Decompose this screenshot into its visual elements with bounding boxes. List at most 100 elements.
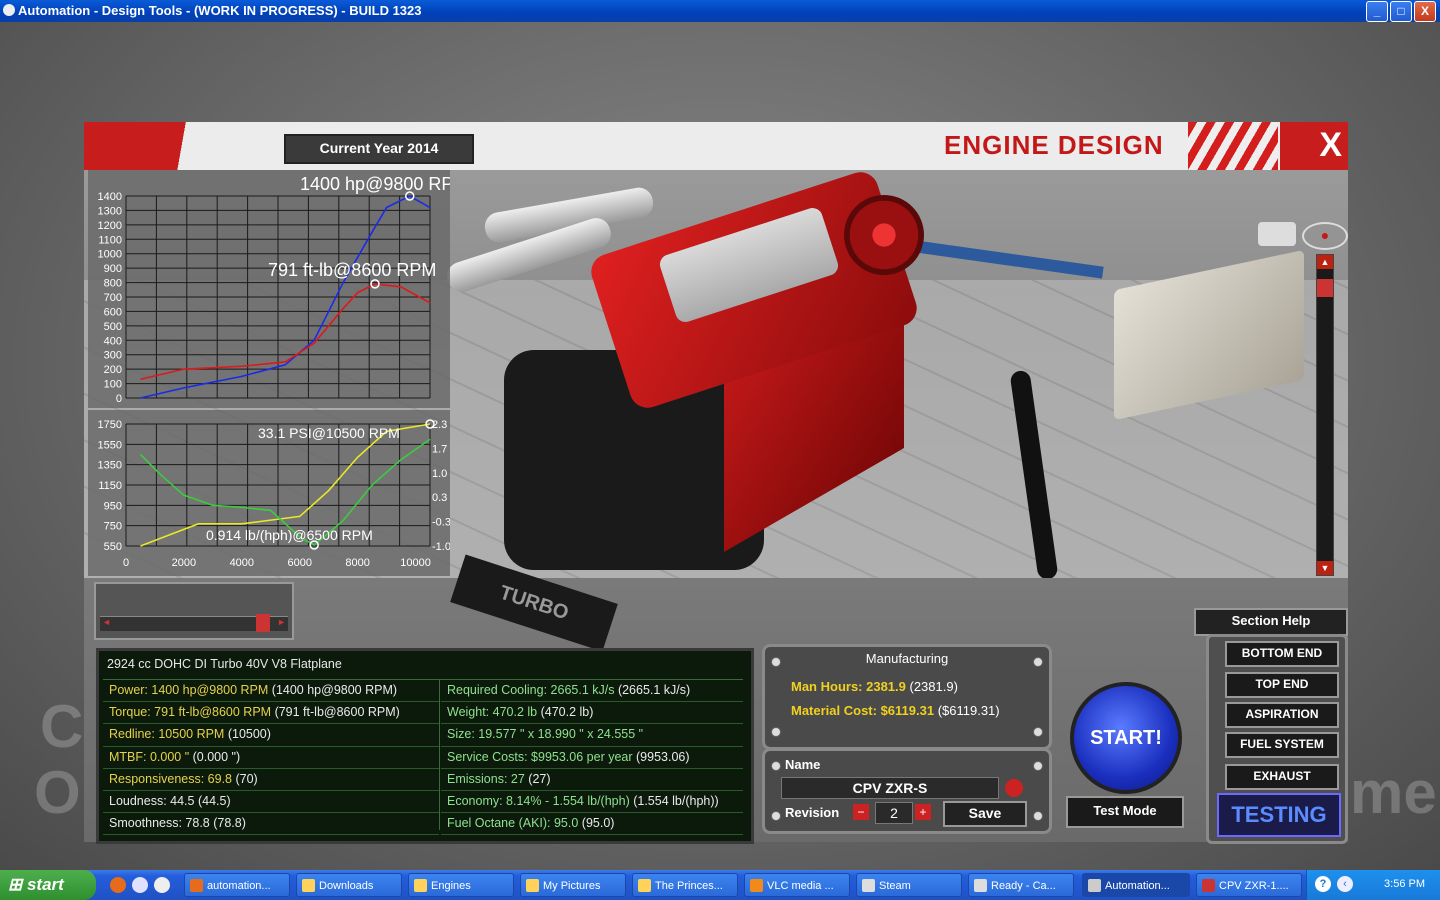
- task-button[interactable]: Automation...: [1082, 873, 1190, 897]
- vlc-icon: [750, 879, 763, 892]
- stats-grid: Power: 1400 hp@9800 RPM (1400 hp@9800 RP…: [103, 679, 743, 836]
- y-tick-label: 900: [104, 263, 122, 275]
- stat-value: Loudness: 44.5: [109, 793, 195, 808]
- y-tick-label: 1200: [98, 220, 122, 232]
- stat-fuel-octane: Fuel Octane (AKI): 95.0 (95.0): [441, 813, 743, 836]
- camera-icon[interactable]: [1258, 222, 1296, 246]
- engine-name-input[interactable]: CPV ZXR-S: [781, 777, 999, 799]
- stat-target: (470.2 lb): [537, 705, 594, 720]
- task-label: My Pictures: [543, 880, 601, 892]
- section-fuel-system[interactable]: FUEL SYSTEM: [1225, 732, 1339, 758]
- stat-power: Power: 1400 hp@9800 RPM (1400 hp@9800 RP…: [103, 680, 439, 703]
- window-close-button[interactable]: X: [1414, 1, 1436, 22]
- stat-value: Size: 19.577 " x 18.990 " x 24.555 ": [447, 727, 644, 742]
- show-hidden-icon[interactable]: ‹: [1337, 876, 1353, 892]
- y-tick-label: 600: [104, 306, 122, 318]
- eye-icon[interactable]: ●: [1302, 222, 1348, 250]
- background-letter: C: [40, 693, 84, 760]
- task-button[interactable]: Downloads: [296, 873, 402, 897]
- game-area: C O me Current Year 2014 ENGINE DESIGN X…: [0, 22, 1440, 870]
- panel-header: Current Year 2014 ENGINE DESIGN X: [84, 122, 1348, 170]
- close-panel-button[interactable]: X: [1319, 126, 1342, 165]
- task-button[interactable]: VLC media ...: [744, 873, 850, 897]
- stat-torque: Torque: 791 ft-lb@8600 RPM (791 ft-lb@86…: [103, 702, 439, 725]
- slider-right-icon[interactable]: ►: [277, 617, 286, 627]
- performance-charts: 1400 1300 1200 1100 1000 900 800 700 600 500 400 30…: [88, 170, 450, 576]
- steam-icon: [862, 879, 875, 892]
- stat-mtbf: MTBF: 0.000 " (0.000 "): [103, 747, 439, 769]
- random-name-icon[interactable]: [1005, 779, 1023, 797]
- help-icon[interactable]: ?: [1315, 876, 1331, 892]
- task-button[interactable]: The Princes...: [632, 873, 738, 897]
- task-button[interactable]: automation...: [184, 873, 290, 897]
- pictures-icon: [526, 879, 539, 892]
- window-titlebar[interactable]: Automation - Design Tools - (WORK IN PRO…: [0, 0, 1440, 22]
- stat-value: Smoothness: 78.8: [109, 816, 210, 831]
- name-label: Name: [785, 757, 821, 772]
- bolt-icon: [1033, 811, 1043, 821]
- start-button[interactable]: START!: [1070, 682, 1182, 794]
- scroll-down-icon[interactable]: ▼: [1317, 561, 1333, 575]
- section-exhaust[interactable]: EXHAUST: [1225, 764, 1339, 790]
- media-icon[interactable]: [154, 877, 170, 893]
- stat-target: (44.5): [194, 793, 231, 808]
- stat-value: Power: 1400 hp@9800 RPM: [109, 683, 269, 697]
- stat-target: (1.554 lb/(hph)): [629, 793, 719, 808]
- y-tick-label: 1000: [98, 249, 122, 261]
- bolt-icon: [771, 811, 781, 821]
- slider-left-icon[interactable]: ◄: [102, 617, 111, 627]
- material-cost: Material Cost: $6119.31 ($6119.31): [791, 703, 1000, 718]
- revision-increment-button[interactable]: +: [915, 804, 931, 820]
- task-button[interactable]: Engines: [408, 873, 514, 897]
- header-stripes: [1188, 122, 1278, 170]
- y-tick-label: 1300: [98, 205, 122, 217]
- minimize-button[interactable]: _: [1366, 1, 1388, 22]
- zoom-scrollbar[interactable]: ▲ ▼: [1316, 254, 1334, 576]
- firefox-icon: [190, 879, 203, 892]
- section-bottom-end[interactable]: BOTTOM END: [1225, 641, 1339, 667]
- bolt-icon: [1033, 727, 1043, 737]
- section-testing[interactable]: TESTING: [1217, 793, 1341, 837]
- start-menu-button[interactable]: ⊞ start: [0, 870, 96, 900]
- variant-slider[interactable]: ◄ ►: [94, 582, 294, 640]
- stat-target: (791 ft-lb@8600 RPM): [271, 705, 400, 720]
- bolt-icon: [1033, 761, 1043, 771]
- section-help-button[interactable]: Section Help: [1194, 608, 1348, 636]
- task-button[interactable]: Ready - Ca...: [968, 873, 1074, 897]
- y-tick-label: 200: [104, 364, 122, 376]
- current-year: Current Year 2014: [284, 134, 474, 164]
- scroll-thumb[interactable]: [1317, 279, 1333, 297]
- task-button[interactable]: Steam: [856, 873, 962, 897]
- x-tick-label: 8000: [345, 557, 369, 569]
- engine-stats-panel: 2924 cc DOHC DI Turbo 40V V8 Flatplane P…: [96, 648, 754, 844]
- section-top-end[interactable]: TOP END: [1225, 672, 1339, 698]
- chart-annotation: 1400 hp@9800 RPM: [300, 174, 450, 194]
- stat-value: Torque: 791 ft-lb@8600 RPM: [109, 705, 272, 720]
- automation-icon: [1088, 879, 1101, 892]
- radiator-fan: [844, 195, 924, 275]
- stat-value: Economy: 8.14% - 1.554 lb/(hph): [447, 793, 630, 808]
- revision-decrement-button[interactable]: −: [853, 804, 869, 820]
- task-button[interactable]: My Pictures: [520, 873, 626, 897]
- stat-value: MTBF: 0.000 ": [109, 749, 190, 764]
- firefox-icon[interactable]: [110, 877, 126, 893]
- man-hours-value: Man Hours: 2381.9: [791, 679, 906, 694]
- y-tick-label: 800: [104, 278, 122, 290]
- section-aspiration[interactable]: ASPIRATION: [1225, 702, 1339, 728]
- slider-knob[interactable]: [256, 614, 270, 632]
- folder-icon: [638, 879, 651, 892]
- explorer-icon[interactable]: [132, 877, 148, 893]
- stat-value: Service Costs: $9953.06 per year: [447, 749, 633, 764]
- y-tick-label: 1100: [98, 234, 122, 246]
- task-label: Ready - Ca...: [991, 880, 1056, 892]
- stat-value: Redline: 10500 RPM: [109, 727, 225, 742]
- task-button[interactable]: CPV ZXR-1....: [1196, 873, 1302, 897]
- test-mode-button[interactable]: Test Mode: [1066, 796, 1184, 828]
- scroll-up-icon[interactable]: ▲: [1317, 255, 1333, 269]
- y-tick-label: 300: [104, 350, 122, 362]
- y-tick-label: 1150: [98, 480, 122, 492]
- y-right-tick-label: 0.3: [432, 492, 447, 504]
- maximize-button[interactable]: □: [1390, 1, 1412, 22]
- save-button[interactable]: Save: [943, 801, 1027, 827]
- clock: 3:56 PM: [1384, 878, 1425, 890]
